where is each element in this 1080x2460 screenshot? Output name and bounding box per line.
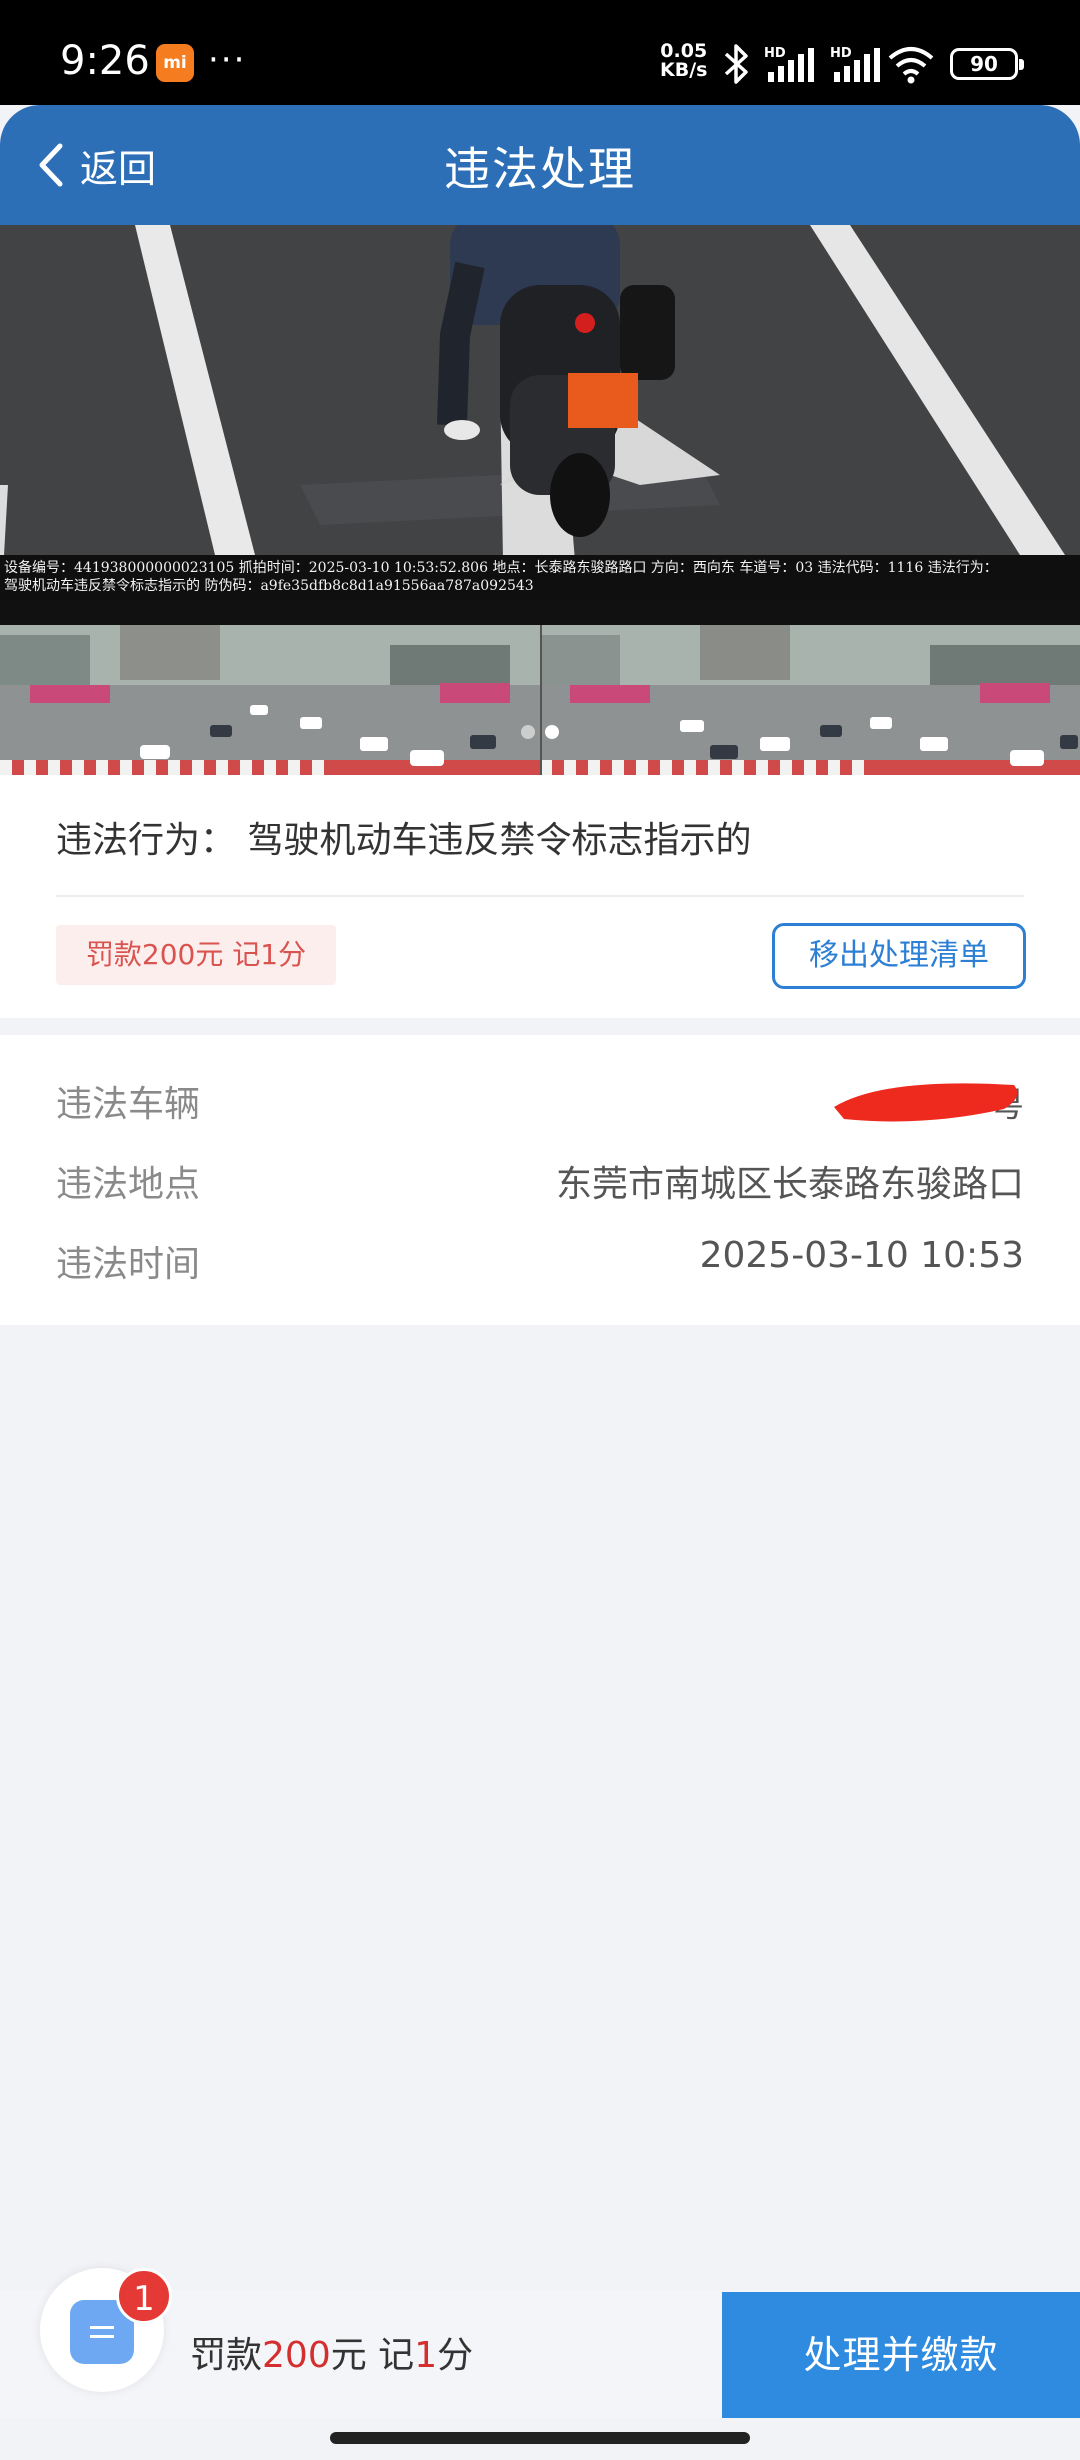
violation-details-card: 违法车辆 粤 违法地点 东莞市南城区长泰路东骏路口 违法时间 2025-03-1… xyxy=(0,1035,1080,1325)
location-value: 东莞市南城区长泰路东骏路口 xyxy=(555,1164,1024,1205)
violation-card: 违法行为： 驾驶机动车违反禁令标志指示的 罚款200元 记1分 移出处理清单 xyxy=(0,775,1080,1018)
signal-2-hd: HD xyxy=(830,46,852,61)
redaction-scribble xyxy=(834,1083,1018,1122)
carousel-dot[interactable] xyxy=(521,725,535,739)
detail-row-vehicle: 违法车辆 粤 xyxy=(56,1075,1024,1125)
bluetooth-icon xyxy=(724,44,748,84)
photo-gap xyxy=(0,600,1080,625)
photo-caption: 设备编号：441938000000023105 抓拍时间：2025-03-10 … xyxy=(0,555,1080,600)
detail-row-location: 违法地点 东莞市南城区长泰路东骏路口 xyxy=(56,1155,1024,1205)
location-label: 违法地点 xyxy=(56,1164,201,1205)
mi-app-icon: mi xyxy=(156,44,194,82)
intersection-image xyxy=(0,625,1080,775)
penalty-tag: 罚款200元 记1分 xyxy=(56,925,336,985)
fine-prefix: 罚款 xyxy=(190,2335,263,2376)
carousel-dots xyxy=(0,725,1080,739)
detail-row-time: 违法时间 2025-03-10 10:53 xyxy=(56,1235,1024,1285)
net-speed-unit: KB/s xyxy=(660,59,708,81)
total-fine-summary: 罚款200元 记1分 xyxy=(190,2326,473,2378)
fine-mid: 元 记 xyxy=(330,2335,415,2376)
more-notifications-icon: ··· xyxy=(208,40,247,80)
process-and-pay-button[interactable]: 处理并缴款 xyxy=(722,2292,1080,2418)
caption-line-1: 设备编号：441938000000023105 抓拍时间：2025-03-10 … xyxy=(4,560,998,576)
app-header: 返回 违法处理 xyxy=(0,105,1080,225)
page-title: 违法处理 xyxy=(444,142,636,196)
cell-signal-1-icon: HD xyxy=(764,46,814,82)
battery-icon: 90 xyxy=(950,48,1024,80)
status-time: 9:26 xyxy=(60,38,150,84)
violation-behavior: 违法行为： 驾驶机动车违反禁令标志指示的 xyxy=(56,820,752,861)
time-value: 2025-03-10 10:53 xyxy=(699,1235,1024,1276)
points-suffix: 分 xyxy=(437,2335,474,2376)
fine-amount: 200 xyxy=(262,2335,331,2376)
intersection-photo-strip[interactable] xyxy=(0,625,1080,775)
divider xyxy=(56,895,1024,897)
remove-from-list-button[interactable]: 移出处理清单 xyxy=(772,923,1026,989)
status-bar: 9:26 mi ··· 0.05 KB/s HD HD 90 xyxy=(0,0,1080,105)
points-value: 1 xyxy=(414,2335,438,2376)
caption-line-2: 驾驶机动车违反禁令标志指示的 防伪码：a9fe35dfb8c8d1a91556a… xyxy=(4,578,534,594)
home-indicator[interactable] xyxy=(330,2432,750,2444)
signal-1-hd: HD xyxy=(764,46,786,61)
net-speed-indicator: 0.05 KB/s xyxy=(660,42,707,80)
carousel-dot-active[interactable] xyxy=(545,725,559,739)
cell-signal-2-icon: HD xyxy=(830,46,880,82)
list-count-badge: 1 xyxy=(116,2268,172,2324)
time-label: 违法时间 xyxy=(56,1244,201,1285)
vehicle-label: 违法车辆 xyxy=(56,1084,201,1125)
wifi-icon xyxy=(888,47,934,84)
